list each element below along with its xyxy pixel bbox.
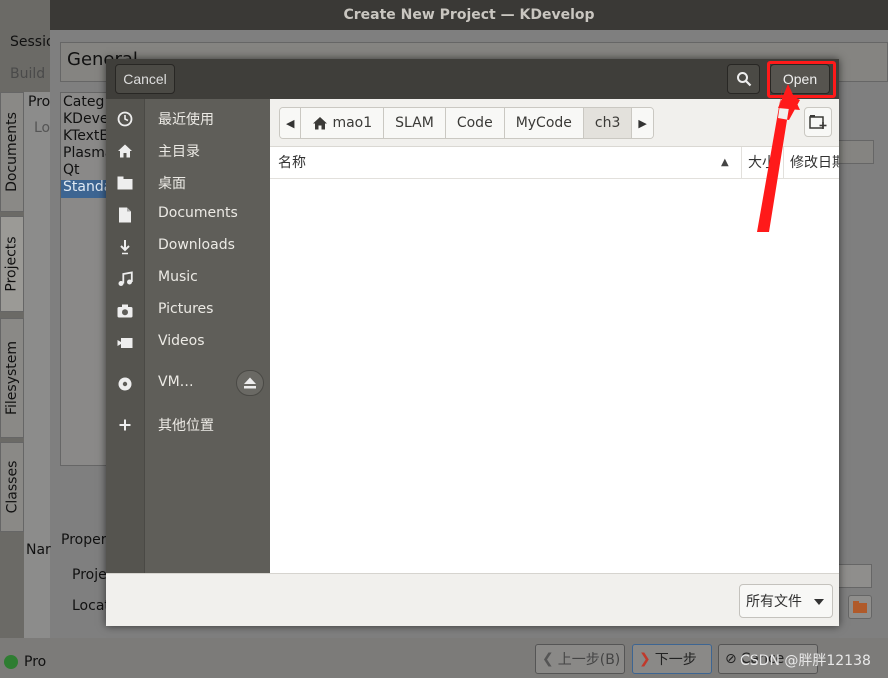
new-folder-icon (809, 115, 827, 129)
category-item-selected[interactable]: Standa (63, 179, 112, 195)
category-item[interactable]: Qt (63, 162, 80, 178)
sidebar-item-home[interactable]: 主目录 (106, 136, 270, 166)
sidebar-item-label: Music (158, 269, 198, 285)
size-column[interactable]: 大小 (741, 147, 783, 179)
file-list-area: ◀ mao1 SLAM Code MyCode ch3 ▶ 名称 ▲ 大小 修改… (270, 99, 839, 573)
file-chooser-dialog: Cancel Open 最近使用 主目录 桌面 Documents Downlo… (106, 59, 839, 626)
back-button[interactable]: ❮ 上一步(B) (535, 644, 625, 674)
new-folder-button[interactable] (804, 107, 832, 137)
breadcrumb-mycode[interactable]: MyCode (504, 108, 584, 138)
plus-icon (116, 416, 134, 434)
projects-item[interactable]: Lo (34, 120, 50, 136)
column-header: 名称 ▲ 大小 修改日期 (270, 147, 839, 179)
sidebar-item-label: Documents (158, 205, 238, 221)
places-sidebar: 最近使用 主目录 桌面 Documents Downloads Music Pi… (106, 99, 270, 573)
sidebar-item-recent[interactable]: 最近使用 (106, 104, 270, 134)
folder-icon (853, 601, 867, 613)
sidebar-item-label: VM… (158, 374, 194, 390)
category-header: Categ (63, 94, 105, 110)
sort-ascending-icon: ▲ (721, 157, 729, 168)
projects-header: Pro (28, 94, 51, 110)
open-button[interactable]: Open (770, 64, 830, 94)
combo-box[interactable] (838, 140, 874, 164)
projects-icon (4, 655, 18, 669)
eject-icon (244, 377, 256, 389)
tab-projects[interactable]: Projects (0, 216, 24, 312)
clock-icon (116, 110, 134, 128)
camera-icon (116, 302, 134, 320)
sidebar-item-label: 主目录 (158, 144, 200, 160)
home-icon (116, 142, 134, 160)
disc-icon (116, 375, 134, 393)
sidebar-item-music[interactable]: Music (106, 264, 270, 294)
name-column[interactable]: 名称 (278, 147, 738, 179)
name-column-header: Nar (26, 542, 51, 558)
search-icon (736, 72, 751, 87)
name-column-label: 名称 (278, 155, 306, 171)
sidebar-item-label: 最近使用 (158, 112, 214, 128)
project-name-field[interactable] (838, 564, 872, 588)
projects-tab-bottom[interactable]: Pro (24, 654, 46, 670)
video-icon (116, 334, 134, 352)
menu-session[interactable]: Sessio (0, 30, 50, 58)
dialog-footer: 所有文件 (106, 573, 839, 626)
path-bar: ◀ mao1 SLAM Code MyCode ch3 ▶ (270, 99, 839, 147)
breadcrumb-label: mao1 (332, 115, 373, 131)
breadcrumb-forward-button[interactable]: ▶ (632, 108, 653, 138)
sidebar-item-downloads[interactable]: Downloads (106, 232, 270, 262)
modified-column-label: 修改日期 (790, 155, 839, 171)
project-label: Proje (72, 567, 107, 583)
modified-column[interactable]: 修改日期 (783, 147, 839, 179)
sidebar-item-label: Pictures (158, 301, 214, 317)
sidebar-item-label: Videos (158, 333, 205, 349)
chevron-down-icon (814, 599, 824, 605)
watermark: CSDN @胖胖12138 (740, 653, 871, 669)
window-title: Create New Project — KDevelop (50, 0, 888, 30)
toolbar-build[interactable]: Build (0, 60, 50, 88)
tab-documents[interactable]: Documents (0, 92, 24, 212)
eject-button[interactable] (236, 370, 264, 396)
tab-classes[interactable]: Classes (0, 442, 24, 532)
sidebar-item-label: Downloads (158, 237, 235, 253)
home-icon (313, 117, 328, 130)
breadcrumb-mao1[interactable]: mao1 (301, 108, 385, 138)
sidebar-item-label: 桌面 (158, 176, 186, 192)
projects-panel: Pro Lo Nar (24, 92, 51, 678)
breadcrumb-ch3[interactable]: ch3 (583, 108, 633, 138)
dialog-header: Cancel Open (106, 59, 839, 99)
breadcrumb-code[interactable]: Code (445, 108, 505, 138)
properties-label: Proper (61, 532, 107, 548)
download-icon (116, 238, 134, 256)
cancel-button[interactable]: Cancel (115, 64, 175, 94)
sidebar-item-label: 其他位置 (158, 418, 214, 434)
browse-button[interactable] (848, 595, 872, 619)
location-label: Locat (72, 598, 110, 614)
size-column-label: 大小 (748, 155, 776, 171)
sidebar-item-other-locations[interactable]: 其他位置 (106, 410, 270, 440)
category-item[interactable]: KDeve (63, 111, 108, 127)
category-item[interactable]: KTextE (63, 128, 108, 144)
folder-icon (116, 174, 134, 192)
breadcrumb: ◀ mao1 SLAM Code MyCode ch3 ▶ (279, 107, 654, 139)
document-icon (116, 206, 134, 224)
file-filter-label: 所有文件 (746, 594, 802, 610)
file-filter-select[interactable]: 所有文件 (739, 584, 833, 618)
next-button[interactable]: ❯ 下一步 (632, 644, 712, 674)
sidebar-item-pictures[interactable]: Pictures (106, 296, 270, 326)
sidebar-item-documents[interactable]: Documents (106, 200, 270, 230)
sidebar-item-videos[interactable]: Videos (106, 328, 270, 358)
music-icon (116, 270, 134, 288)
breadcrumb-back-button[interactable]: ◀ (280, 108, 302, 138)
search-button[interactable] (727, 64, 760, 94)
tab-filesystem[interactable]: Filesystem (0, 318, 24, 438)
sidebar-item-desktop[interactable]: 桌面 (106, 168, 270, 198)
breadcrumb-slam[interactable]: SLAM (384, 108, 446, 138)
